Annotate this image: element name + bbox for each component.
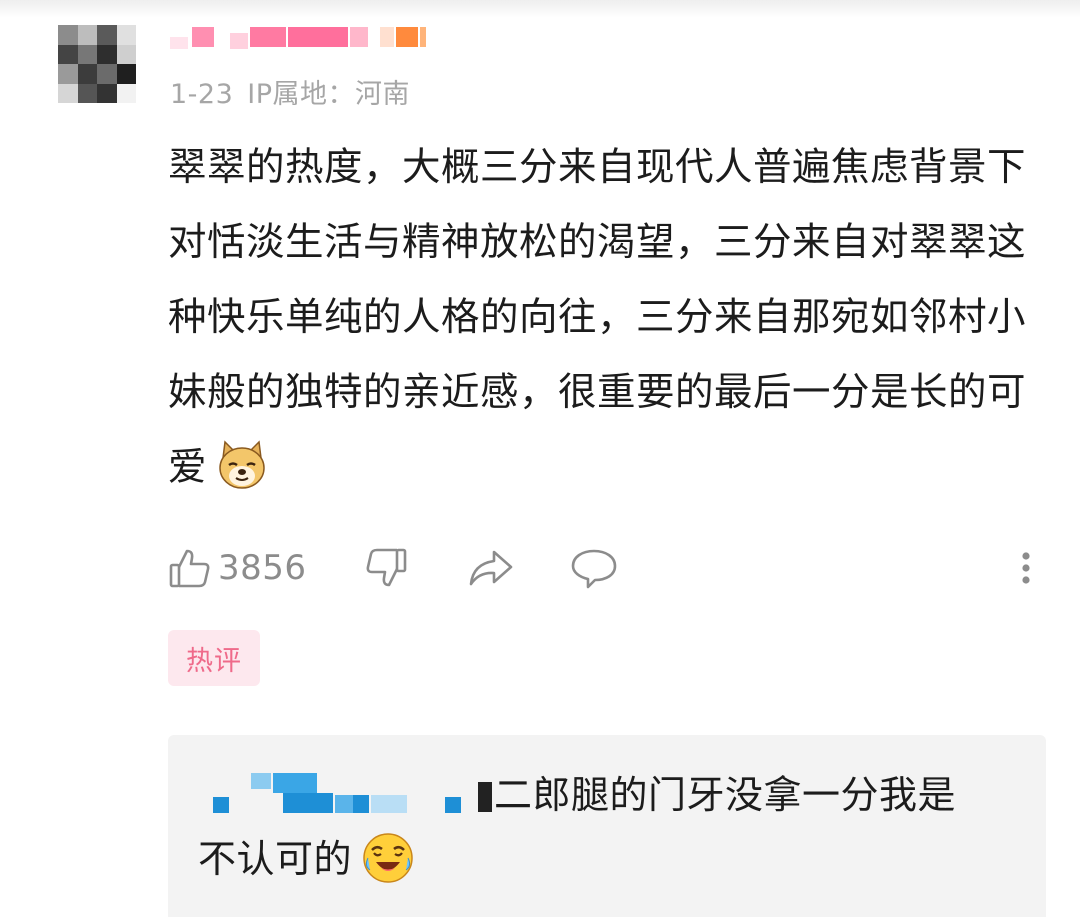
comment-text: 翠翠的热度，大概三分来自现代人普遍焦虑背景下对恬淡生活与精神放松的渴望，三分来自… <box>168 145 1027 490</box>
reply-preview[interactable]: 二郎腿的门牙没拿一分我是 不认可的 <box>168 735 1046 917</box>
comment-date: 1-23 <box>170 79 234 110</box>
like-count: 3856 <box>218 548 307 588</box>
username-censored[interactable] <box>170 27 430 49</box>
reply-text: 二郎腿的门牙没拿一分我是 不认可的 <box>198 763 1028 891</box>
share-icon <box>469 550 513 586</box>
top-edge-shadow <box>0 0 1080 18</box>
comment-meta: 1-23 IP属地：河南 <box>170 72 410 111</box>
share-button[interactable] <box>468 540 514 596</box>
reply-button[interactable] <box>570 540 618 596</box>
thumbs-down-icon <box>366 548 407 587</box>
comment-actions: 3856 <box>168 540 1048 596</box>
comment-body: 翠翠的热度，大概三分来自现代人普遍焦虑背景下对恬淡生活与精神放松的渴望，三分来自… <box>168 130 1043 505</box>
doge-emoji-icon <box>219 440 265 489</box>
comment-ip-location: IP属地：河南 <box>247 79 411 110</box>
censor-block <box>478 782 492 812</box>
comment-bubble-icon <box>571 549 617 589</box>
avatar[interactable] <box>58 25 136 103</box>
more-vertical-icon <box>1022 552 1030 584</box>
laugh-tears-emoji-icon <box>363 833 413 883</box>
reply-text-line2: 不认可的 <box>198 837 353 881</box>
dislike-button[interactable] <box>364 540 408 596</box>
hot-comment-badge: 热评 <box>168 630 260 686</box>
thumbs-up-icon <box>169 549 210 588</box>
reply-text-line1: 二郎腿的门牙没拿一分我是 <box>494 773 957 817</box>
like-button[interactable]: 3856 <box>168 540 307 596</box>
more-options-button[interactable] <box>1016 540 1036 596</box>
